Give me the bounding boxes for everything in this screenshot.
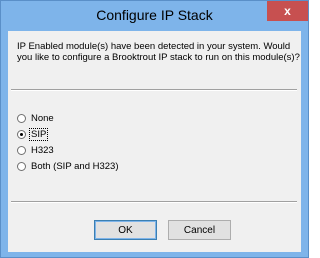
radio-icon[interactable]	[17, 145, 26, 155]
option-sip[interactable]: SIP	[17, 127, 49, 141]
cancel-button[interactable]: Cancel	[168, 220, 231, 240]
configure-ip-stack-dialog: Configure IP Stack x IP Enabled module(s…	[0, 0, 309, 258]
option-h323[interactable]: H323	[17, 143, 55, 157]
radio-icon[interactable]	[17, 161, 26, 171]
option-none[interactable]: None	[17, 111, 55, 125]
option-both[interactable]: Both (SIP and H323)	[17, 159, 120, 173]
dialog-body: IP Enabled module(s) have been detected …	[8, 31, 301, 252]
radio-icon[interactable]	[17, 129, 26, 139]
option-label: SIP	[28, 127, 49, 141]
window-title: Configure IP Stack	[96, 7, 213, 23]
close-icon: x	[284, 4, 291, 18]
ok-button[interactable]: OK	[94, 220, 157, 240]
option-label: Both (SIP and H323)	[31, 160, 119, 172]
prompt-message: IP Enabled module(s) have been detected …	[17, 41, 300, 63]
title-bar[interactable]: Configure IP Stack x	[1, 1, 308, 31]
option-label: H323	[31, 144, 54, 156]
option-label: None	[31, 112, 54, 124]
divider-bottom	[11, 201, 297, 203]
divider-top	[11, 89, 297, 91]
close-button[interactable]: x	[267, 1, 308, 21]
radio-icon[interactable]	[17, 113, 26, 123]
